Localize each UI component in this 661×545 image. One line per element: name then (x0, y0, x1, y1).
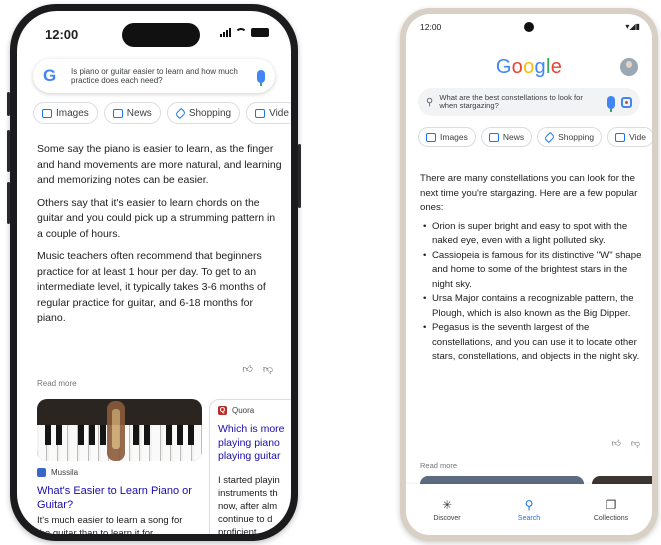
filter-chips: Images News Shopping Vide (418, 127, 652, 147)
result-link[interactable]: Which is more playing piano playing guit… (218, 423, 291, 464)
image-icon (426, 132, 436, 142)
play-icon (615, 132, 626, 142)
status-time: 12:00 (45, 27, 79, 42)
nav-discover[interactable]: ✳ Discover (412, 498, 482, 522)
google-g-icon: G (43, 66, 57, 85)
silent-switch (7, 92, 10, 116)
chip-videos[interactable]: Vide (607, 127, 652, 147)
google-logo: Google (406, 56, 652, 79)
volume-up-button (7, 130, 10, 172)
logo-letter: o (523, 56, 535, 78)
filter-chips: Images News Shopping Vide (33, 102, 291, 124)
tag-icon (174, 107, 186, 119)
read-more-label: Read more (37, 379, 77, 388)
mussila-logo-icon (37, 468, 46, 477)
discover-icon: ✳ (441, 498, 453, 512)
quora-result-card[interactable]: Q Quora Which is more playing piano play… (209, 399, 291, 534)
answer-paragraph: Some say the piano is easier to learn, a… (37, 143, 282, 186)
microphone-icon[interactable] (257, 69, 265, 86)
volume-down-button (7, 182, 10, 224)
avatar[interactable] (620, 58, 638, 76)
thumbs-down-icon[interactable]: 👎︎ (263, 363, 273, 375)
play-icon (255, 108, 266, 118)
thumbs-up-icon[interactable]: 👍︎ (242, 363, 252, 375)
answer-paragraph: Music teachers often recommend that begi… (37, 250, 266, 324)
logo-letter: e (550, 56, 563, 78)
piano-guitar-image[interactable] (37, 399, 202, 461)
source-mussila: Mussila (37, 468, 78, 477)
microphone-icon[interactable] (607, 95, 615, 112)
ai-answer: Some say the piano is easier to learn, a… (37, 142, 283, 334)
source-name: Quora (232, 406, 255, 415)
list-item: Orion is super bright and easy to spot w… (420, 220, 650, 249)
read-more-label: Read more (420, 461, 458, 470)
dynamic-island (122, 23, 200, 47)
list-item: Cassiopeia is famous for its distinctive… (420, 249, 650, 293)
result-snippet: I started playin instruments th now, aft… (218, 474, 280, 535)
list-item: Ursa Major contains a recognizable patte… (420, 292, 650, 321)
chip-videos[interactable]: Vide (246, 102, 291, 124)
search-bar[interactable]: ⚲ What are the best constellations to lo… (418, 88, 640, 116)
lens-icon[interactable] (621, 96, 632, 108)
signal-icon (220, 28, 231, 37)
camera-cutout (524, 22, 534, 32)
battery-icon (251, 28, 269, 37)
feedback-buttons: 👍︎ 👎︎ (611, 438, 640, 449)
result-link[interactable]: What's Easier to Learn Piano or Guitar? (37, 484, 197, 512)
status-bar: 12:00 (17, 11, 291, 55)
guitar-icon (107, 401, 125, 461)
search-icon: ⚲ (524, 498, 534, 512)
bottom-navigation: ✳ Discover ⚲ Search ❐ Collections (406, 484, 652, 535)
nav-collections[interactable]: ❐ Collections (576, 498, 646, 522)
chip-news[interactable]: News (480, 127, 533, 147)
answer-intro: There are many constellations you can lo… (420, 173, 638, 213)
search-query[interactable]: Is piano or guitar easier to learn and h… (65, 67, 257, 85)
power-button (298, 144, 301, 208)
collections-icon: ❐ (605, 498, 617, 512)
constellation-list: Orion is super bright and easy to spot w… (420, 220, 650, 365)
tag-icon (543, 131, 556, 143)
news-icon (488, 132, 499, 142)
quora-logo-icon: Q (218, 406, 227, 415)
chip-images[interactable]: Images (33, 102, 98, 124)
chip-shopping[interactable]: Shopping (537, 127, 603, 147)
chip-shopping[interactable]: Shopping (166, 102, 241, 124)
result-snippet: It's much easier to learn a song for the… (37, 515, 183, 534)
search-bar[interactable]: G Is piano or guitar easier to learn and… (33, 59, 275, 93)
answer-paragraph: Others say that it's easier to learn cho… (37, 196, 276, 240)
news-icon (112, 108, 123, 118)
chip-images[interactable]: Images (418, 127, 476, 147)
status-icons: ▾◢▮ (625, 22, 640, 31)
status-time: 12:00 (420, 22, 442, 32)
logo-letter: G (495, 56, 512, 78)
thumbs-up-icon[interactable]: 👍︎ (611, 438, 620, 449)
logo-letter: g (534, 56, 546, 78)
list-item: Pegasus is the seventh largest of the co… (420, 321, 650, 365)
thumbs-down-icon[interactable]: 👎︎ (631, 438, 640, 449)
search-icon: ⚲ (426, 96, 434, 108)
logo-letter: o (511, 56, 524, 78)
search-query[interactable]: What are the best constellations to look… (439, 93, 601, 111)
status-bar: 12:00 ▾◢▮ (406, 14, 652, 36)
iphone-device: 12:00 G Is piano or guitar easier to lea… (7, 4, 301, 541)
ai-answer: There are many constellations you can lo… (420, 172, 650, 365)
image-icon (42, 108, 52, 118)
iphone-screen: 12:00 G Is piano or guitar easier to lea… (17, 11, 291, 534)
wifi-icon (235, 28, 247, 37)
chip-news[interactable]: News (103, 102, 161, 124)
feedback-buttons: 👍︎ 👎︎ (242, 363, 273, 375)
android-screen: 12:00 ▾◢▮ Google ⚲ What are the best con… (406, 14, 652, 535)
android-device: 12:00 ▾◢▮ Google ⚲ What are the best con… (400, 8, 658, 541)
nav-search[interactable]: ⚲ Search (494, 498, 564, 522)
